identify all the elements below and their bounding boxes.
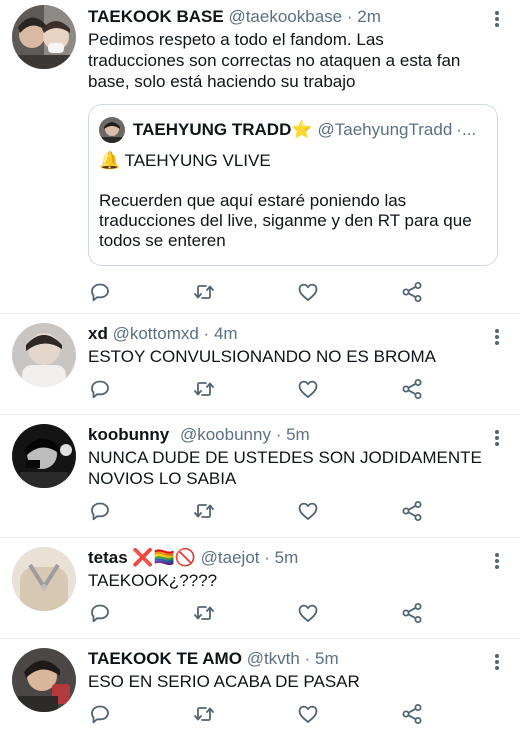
separator: ·	[275, 425, 282, 444]
tweet-text: Pedimos respeto a todo el fandom. Las tr…	[88, 30, 461, 91]
tweet[interactable]: TAEKOOK BASE @taekookbase · 2m Pedimos r…	[0, 0, 520, 314]
like-icon[interactable]	[296, 702, 320, 726]
quoted-tweet[interactable]: TAEHYUNG TRADD⭐ @TaehyungTradd ·... 🔔 TA…	[88, 104, 498, 266]
timestamp[interactable]: 2m	[357, 7, 381, 26]
share-icon[interactable]	[400, 499, 424, 523]
quoted-line: 🔔 TAEHYUNG VLIVE	[99, 151, 271, 170]
tweet[interactable]: tetas ❌🏳️‍🌈🚫 @taejot · 5m TAEKOOK¿????	[0, 538, 520, 639]
tweet-actions	[88, 274, 484, 312]
more-options-icon[interactable]	[492, 10, 502, 28]
avatar[interactable]	[12, 323, 76, 387]
tweet-actions	[88, 493, 484, 531]
user-handle[interactable]: @kottomxd	[113, 324, 199, 343]
tweet[interactable]: koobunny @koobunny · 5m NUNCA DUDE DE US…	[0, 415, 520, 538]
tweet-header: koobunny @koobunny · 5m	[88, 424, 484, 446]
timestamp[interactable]: 5m	[286, 425, 310, 444]
tweet-text: ESO EN SERIO ACABA DE PASAR	[88, 672, 360, 691]
reply-icon[interactable]	[88, 377, 112, 401]
avatar[interactable]	[12, 547, 76, 611]
user-handle[interactable]: @taejot	[201, 548, 260, 567]
tweet-header: TAEKOOK BASE @taekookbase · 2m	[88, 6, 484, 28]
quoted-ellipsis: ·...	[456, 120, 477, 139]
retweet-icon[interactable]	[192, 499, 216, 523]
quoted-line: Recuerden que aquí estaré poniendo las t…	[99, 191, 472, 250]
share-icon[interactable]	[400, 702, 424, 726]
reply-icon[interactable]	[88, 702, 112, 726]
retweet-icon[interactable]	[192, 280, 216, 304]
reply-icon[interactable]	[88, 499, 112, 523]
separator: ·	[264, 548, 270, 567]
share-icon[interactable]	[400, 601, 424, 625]
like-icon[interactable]	[296, 377, 320, 401]
display-name[interactable]: TAEKOOK TE AMO	[88, 649, 242, 668]
tweet-actions	[88, 696, 484, 734]
display-name[interactable]: tetas ❌🏳️‍🌈🚫	[88, 548, 196, 567]
timestamp[interactable]: 4m	[214, 324, 238, 343]
share-icon[interactable]	[400, 280, 424, 304]
like-icon[interactable]	[296, 280, 320, 304]
quoted-user-handle: @TaehyungTradd	[317, 120, 453, 139]
retweet-icon[interactable]	[192, 601, 216, 625]
tweet-text: TAEKOOK¿????	[88, 571, 218, 590]
quoted-line	[99, 171, 487, 191]
retweet-icon[interactable]	[192, 702, 216, 726]
timestamp[interactable]: 5m	[275, 548, 299, 567]
display-name[interactable]: xd	[88, 324, 108, 343]
tweet-header: xd @kottomxd · 4m	[88, 323, 484, 345]
user-handle[interactable]: @taekookbase	[228, 7, 342, 26]
tweet[interactable]: TAEKOOK TE AMO @tkvth · 5m ESO EN SERIO …	[0, 639, 520, 738]
quoted-display-name: TAEHYUNG TRADD⭐	[133, 120, 313, 139]
tweet-actions	[88, 371, 484, 409]
avatar[interactable]	[12, 424, 76, 488]
separator: ·	[346, 7, 353, 26]
tweet-actions	[88, 595, 484, 633]
retweet-icon[interactable]	[192, 377, 216, 401]
separator: ·	[203, 324, 210, 343]
like-icon[interactable]	[296, 601, 320, 625]
more-options-icon[interactable]	[492, 429, 502, 447]
tweet-header: TAEKOOK TE AMO @tkvth · 5m	[88, 648, 484, 670]
user-handle[interactable]: @koobunny	[180, 425, 271, 444]
quoted-text: 🔔 TAEHYUNG VLIVE Recuerden que aquí esta…	[99, 151, 487, 251]
like-icon[interactable]	[296, 499, 320, 523]
tweet-text: NUNCA DUDE DE USTEDES SON JODIDAMENTE NO…	[88, 448, 482, 488]
share-icon[interactable]	[400, 377, 424, 401]
more-options-icon[interactable]	[492, 328, 502, 346]
more-options-icon[interactable]	[492, 653, 502, 671]
tweet-text: ESTOY CONVULSIONANDO NO ES BROMA	[88, 347, 436, 366]
user-handle[interactable]: @tkvth	[247, 649, 300, 668]
quoted-avatar	[99, 117, 125, 143]
tweet-header: tetas ❌🏳️‍🌈🚫 @taejot · 5m	[88, 547, 484, 569]
avatar[interactable]	[12, 648, 76, 712]
tweet[interactable]: xd @kottomxd · 4m ESTOY CONVULSIONANDO N…	[0, 314, 520, 415]
reply-icon[interactable]	[88, 280, 112, 304]
tweet-feed: TAEKOOK BASE @taekookbase · 2m Pedimos r…	[0, 0, 520, 738]
display-name[interactable]: TAEKOOK BASE	[88, 7, 224, 26]
more-options-icon[interactable]	[492, 552, 502, 570]
display-name[interactable]: koobunny	[88, 425, 169, 444]
separator: ·	[304, 649, 311, 668]
timestamp[interactable]: 5m	[315, 649, 339, 668]
avatar[interactable]	[12, 5, 76, 69]
reply-icon[interactable]	[88, 601, 112, 625]
